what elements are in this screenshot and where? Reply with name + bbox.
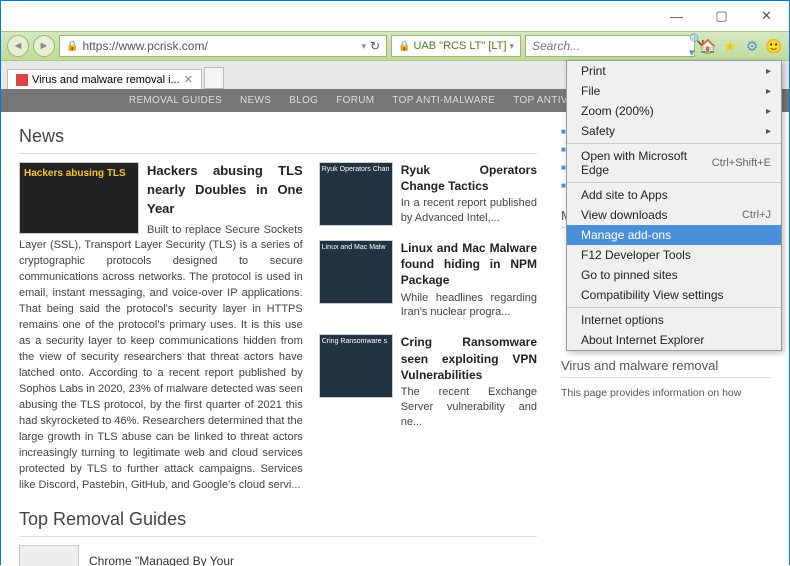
mini-body: While headlines regarding Iran's nuclear… (401, 292, 537, 319)
menu-print[interactable]: Print (567, 61, 781, 81)
mini-article[interactable]: Linux and Mac Malw Linux and Mac Malware… (319, 240, 537, 320)
tools-gear-icon[interactable]: ⚙ (743, 37, 761, 55)
address-toolbar: ◄ ► 🔒 https://www.pcrisk.com/ ▾ ↻ 🔒 UAB … (1, 31, 789, 61)
mini-title: Ryuk Operators Change Tactics (401, 162, 537, 194)
mini-thumb: Linux and Mac Malw (319, 240, 393, 304)
refresh-icon[interactable]: ↻ (370, 39, 380, 53)
mini-article[interactable]: Cring Ransomware s Cring Ransomware seen… (319, 334, 537, 429)
virus-removal-heading: Virus and malware removal (561, 358, 771, 378)
nav-item[interactable]: REMOVAL GUIDES (129, 95, 222, 106)
url-text: https://www.pcrisk.com/ (82, 39, 357, 53)
nav-item[interactable]: FORUM (336, 95, 374, 106)
certificate-badge[interactable]: 🔒 UAB "RCS LT" [LT] ▾ (391, 35, 521, 57)
menu-zoom[interactable]: Zoom (200%) (567, 101, 781, 121)
top-removal-heading: Top Removal Guides (19, 509, 537, 537)
menu-compat-view[interactable]: Compatibility View settings (567, 285, 781, 305)
menu-f12-tools[interactable]: F12 Developer Tools (567, 245, 781, 265)
mini-body: In a recent report published by Advanced… (401, 197, 537, 224)
nav-item[interactable]: NEWS (240, 95, 271, 106)
menu-pinned-sites[interactable]: Go to pinned sites (567, 265, 781, 285)
menu-about-ie[interactable]: About Internet Explorer (567, 330, 781, 350)
tab-close-icon[interactable]: ✕ (184, 73, 193, 86)
tools-menu: Print File Zoom (200%) Safety Open with … (566, 60, 782, 351)
lead-thumb: Hackers abusing TLS (19, 162, 139, 234)
menu-safety[interactable]: Safety (567, 121, 781, 141)
menu-view-downloads[interactable]: View downloadsCtrl+J (567, 205, 781, 225)
removal-guide-item[interactable]: Chrome "Managed By Your (19, 545, 537, 566)
mini-thumb: Cring Ransomware s (319, 334, 393, 398)
cert-dropdown-icon[interactable]: ▾ (509, 41, 514, 52)
cert-lock-icon: 🔒 (398, 41, 410, 52)
menu-add-site-apps[interactable]: Add site to Apps (567, 185, 781, 205)
cert-text: UAB "RCS LT" [LT] (413, 40, 506, 52)
browser-tab[interactable]: Virus and malware removal i... ✕ (7, 69, 202, 89)
forward-button[interactable]: ► (33, 35, 55, 57)
menu-file[interactable]: File (567, 81, 781, 101)
window-titlebar: — ▢ ✕ (1, 1, 789, 31)
menu-manage-addons[interactable]: Manage add-ons (567, 225, 781, 245)
home-icon[interactable]: 🏠 (699, 37, 717, 55)
search-box[interactable]: 🔍▾ (525, 35, 695, 57)
close-button[interactable]: ✕ (744, 1, 789, 31)
favorites-icon[interactable]: ★ (721, 37, 739, 55)
guide-title: Chrome "Managed By Your (89, 554, 234, 566)
mini-body: The recent Exchange Server vulnerability… (401, 386, 537, 428)
nav-item[interactable]: TOP ANTI-MALWARE (392, 95, 495, 106)
maximize-button[interactable]: ▢ (699, 1, 744, 31)
guide-thumb (19, 545, 79, 566)
lead-article[interactable]: Hackers abusing TLS Hackers abusing TLS … (19, 162, 303, 493)
mini-title: Linux and Mac Malware found hiding in NP… (401, 240, 537, 289)
feedback-icon[interactable]: 🙂 (765, 37, 783, 55)
minimize-button[interactable]: — (654, 1, 699, 31)
mini-title: Cring Ransomware seen exploiting VPN Vul… (401, 334, 537, 383)
lock-icon: 🔒 (66, 41, 78, 52)
menu-open-edge[interactable]: Open with Microsoft EdgeCtrl+Shift+E (567, 146, 781, 180)
nav-item[interactable]: BLOG (289, 95, 318, 106)
news-heading: News (19, 126, 537, 154)
menu-internet-options[interactable]: Internet options (567, 310, 781, 330)
mini-thumb: Ryuk Operators Chan (319, 162, 393, 226)
back-button[interactable]: ◄ (7, 35, 29, 57)
tab-title: Virus and malware removal i... (32, 74, 180, 86)
address-bar[interactable]: 🔒 https://www.pcrisk.com/ ▾ ↻ (59, 35, 387, 57)
dropdown-icon[interactable]: ▾ (361, 41, 366, 52)
tab-favicon (16, 74, 28, 86)
lead-body: Built to replace Secure Sockets Layer (S… (19, 224, 303, 491)
mini-article[interactable]: Ryuk Operators Chan Ryuk Operators Chang… (319, 162, 537, 226)
search-input[interactable] (532, 39, 689, 53)
new-tab-button[interactable] (204, 67, 224, 89)
virus-removal-intro: This page provides information on how (561, 386, 771, 401)
